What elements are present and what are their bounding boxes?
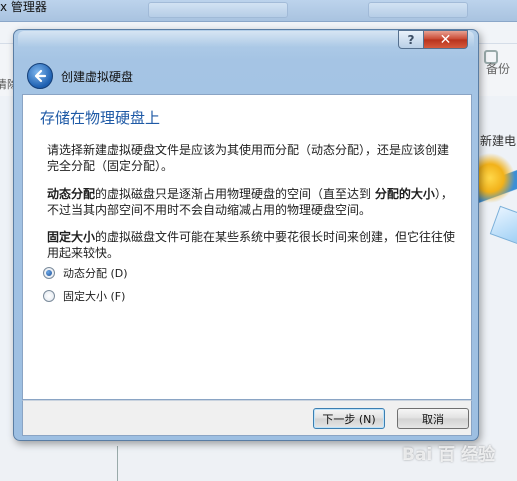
radio-fixed-size[interactable]: 固定大小 (F) xyxy=(43,288,125,304)
radio-label[interactable]: 动态分配 (D) xyxy=(63,265,128,281)
back-arrow-icon xyxy=(34,69,47,83)
dynamic-description-mid: 的虚拟磁盘只是逐渐占用物理硬盘的空间（直至达到 xyxy=(95,187,375,201)
allocated-size-term: 分配的大小 xyxy=(374,187,435,201)
close-button[interactable]: ✕ xyxy=(423,30,468,49)
wizard-footer: 下一步 (N) 取消 xyxy=(22,400,472,436)
radio-dynamic-allocation[interactable]: 动态分配 (D) xyxy=(43,265,128,281)
radio-selected-dot xyxy=(46,270,52,276)
cancel-button[interactable]: 取消 xyxy=(397,408,469,429)
intro-paragraph: 请选择新建虚拟硬盘文件是应该为其使用而分配（动态分配），还是应该创建完全分配（固… xyxy=(47,143,450,173)
dynamic-description: 动态分配的虚拟磁盘只是逐渐占用物理硬盘的空间（直至达到 分配的大小），不过当其内… xyxy=(47,186,457,218)
wizard-content: 存储在物理硬盘上 请选择新建虚拟硬盘文件是应该为其使用而分配（动态分配），还是应… xyxy=(22,94,472,400)
background-taskbar-tab[interactable] xyxy=(368,2,468,18)
page-title: 存储在物理硬盘上 xyxy=(40,109,161,127)
radio-button[interactable] xyxy=(43,290,55,302)
background-titlebar: x 管理器 xyxy=(0,0,517,22)
fixed-term: 固定大小 xyxy=(47,230,96,244)
background-taskbar-tab[interactable] xyxy=(148,2,288,18)
watermark-logo: Bai 百 经验 xyxy=(402,445,496,465)
create-virtual-disk-dialog: ? ✕ 创建虚拟硬盘 存储在物理硬盘上 请选择新建虚拟硬盘文件是应该为其使用而分… xyxy=(13,29,479,441)
background-window-title: x 管理器 xyxy=(0,0,47,14)
background-divider xyxy=(117,446,118,481)
help-button[interactable]: ? xyxy=(398,30,424,49)
radio-label[interactable]: 固定大小 (F) xyxy=(63,288,125,304)
back-button[interactable] xyxy=(27,63,53,89)
dialog-title: 创建虚拟硬盘 xyxy=(61,70,134,84)
dynamic-term: 动态分配 xyxy=(47,187,96,201)
wizard-header: 创建虚拟硬盘 xyxy=(21,62,473,93)
background-backup-label[interactable]: 备份 xyxy=(486,60,510,77)
fixed-description: 固定大小的虚拟磁盘文件可能在某些系统中要花很长时间来创建，但它往往使用起来较快。 xyxy=(47,229,457,261)
fixed-description-end: 的虚拟磁盘文件可能在某些系统中要花很长时间来创建，但它往往使用起来较快。 xyxy=(47,230,456,260)
next-button[interactable]: 下一步 (N) xyxy=(313,408,385,429)
radio-button[interactable] xyxy=(43,267,55,279)
